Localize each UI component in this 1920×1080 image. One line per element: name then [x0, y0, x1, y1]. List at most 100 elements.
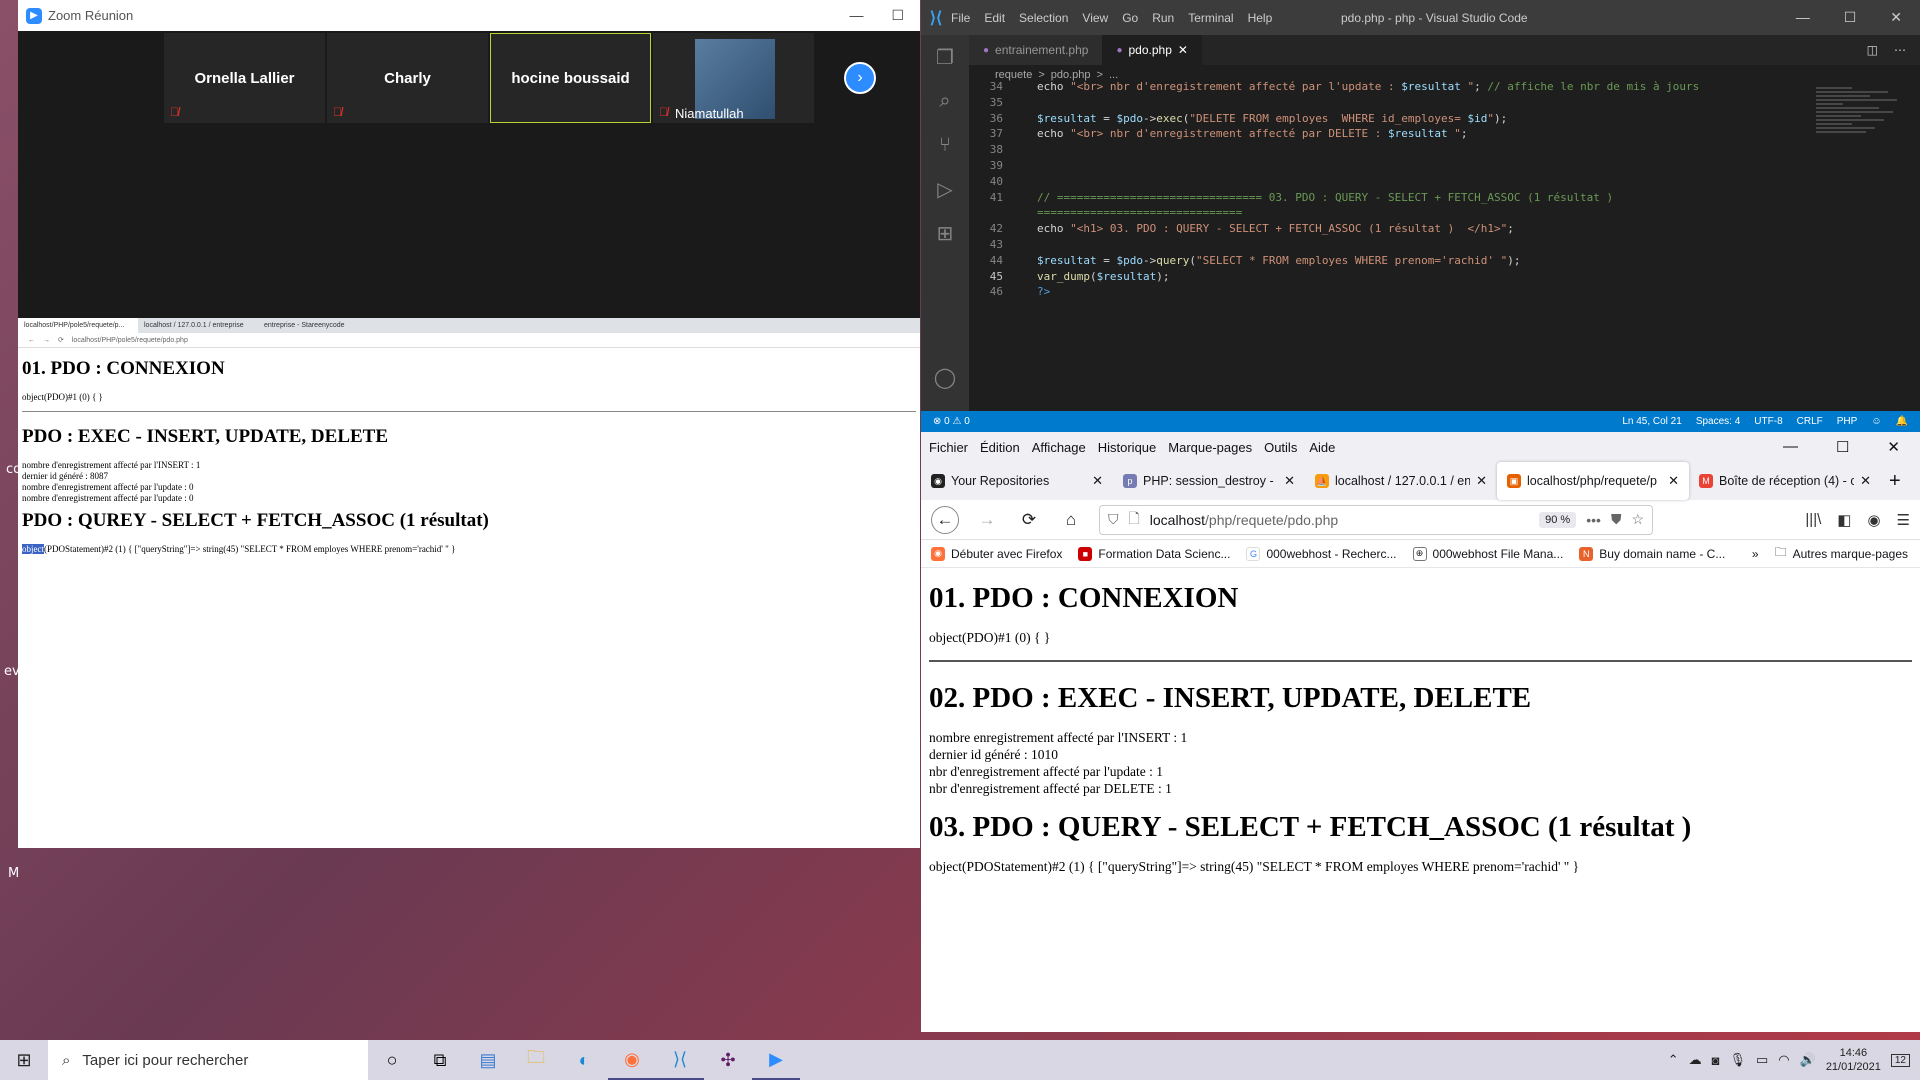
- code-line[interactable]: 40: [969, 175, 1839, 191]
- bookmark-star-icon[interactable]: ☆: [1631, 511, 1644, 528]
- code-editor[interactable]: 34 echo "<br> nbr d'enregistrement affect…: [969, 80, 1839, 301]
- bookmark-item[interactable]: N Buy domain name - C...: [1579, 546, 1725, 561]
- zoom-level[interactable]: 90 %: [1539, 511, 1577, 528]
- code-line[interactable]: 42 echo "<h1> 03. PDO : QUERY - SELECT + …: [969, 222, 1839, 238]
- page-actions-icon[interactable]: •••: [1586, 512, 1601, 528]
- browser-tab[interactable]: p PHP: session_destroy - M ✕: [1113, 462, 1305, 500]
- code-line[interactable]: 39: [969, 159, 1839, 175]
- chevron-up-icon[interactable]: ⌃: [1668, 1052, 1679, 1068]
- code-line[interactable]: 37 echo "<br> nbr d'enregistrement affect…: [969, 127, 1839, 143]
- task-view-icon[interactable]: ⧉: [416, 1040, 464, 1080]
- vscode-menu-item[interactable]: Terminal: [1188, 11, 1233, 25]
- zoom-icon[interactable]: ▶: [752, 1040, 800, 1080]
- participant-tile[interactable]: Charly 🎙̸: [327, 33, 488, 123]
- back-button[interactable]: ←: [931, 505, 959, 534]
- indentation[interactable]: Spaces: 4: [1696, 416, 1740, 427]
- problems-count[interactable]: ⊗ 0 ⚠ 0: [933, 416, 970, 427]
- bookmark-item[interactable]: ◉ Débuter avec Firefox: [931, 546, 1062, 561]
- hamburger-menu-icon[interactable]: ☰: [1897, 511, 1910, 529]
- account-icon[interactable]: ◯: [921, 355, 969, 399]
- extensions-icon[interactable]: ⊞: [921, 211, 969, 255]
- vscode-menu-item[interactable]: File: [951, 11, 970, 25]
- code-line[interactable]: 44 $resultat = $pdo->query("SELECT * FROM…: [969, 254, 1839, 270]
- forward-button[interactable]: →: [973, 506, 1001, 534]
- bookmark-item[interactable]: G 000webhost - Recherc...: [1246, 546, 1397, 561]
- camera-icon[interactable]: ◙: [1712, 1053, 1720, 1068]
- code-line[interactable]: 35: [969, 96, 1839, 112]
- vscode-menu-item[interactable]: Go: [1122, 11, 1138, 25]
- participant-tile-speaking[interactable]: hocine boussaid: [490, 33, 651, 123]
- run-debug-icon[interactable]: ▷: [921, 167, 969, 211]
- vscode-icon[interactable]: ⟩⟨: [656, 1040, 704, 1080]
- url-bar[interactable]: ⛉ 🗋 localhost/php/requete/pdo.php 90 % •…: [1099, 504, 1653, 535]
- minimize-icon[interactable]: —: [1796, 9, 1810, 26]
- vscode-menu-item[interactable]: Help: [1248, 11, 1273, 25]
- reload-button[interactable]: ⟳: [1015, 506, 1043, 534]
- feedback-icon[interactable]: ☺: [1871, 416, 1881, 427]
- browser-tab[interactable]: ⛵ localhost / 127.0.0.1 / ent ✕: [1305, 462, 1497, 500]
- shield-icon[interactable]: ⛉: [1108, 511, 1119, 528]
- clock[interactable]: 14:46 21/01/2021: [1826, 1046, 1881, 1074]
- code-line[interactable]: 34 echo "<br> nbr d'enregistrement affect…: [969, 80, 1839, 96]
- volume-icon[interactable]: 🔊: [1800, 1052, 1816, 1068]
- bookmark-item[interactable]: ⊕ 000webhost File Mana...: [1412, 546, 1563, 561]
- vscode-menu-item[interactable]: Run: [1152, 11, 1174, 25]
- editor-tab[interactable]: ● entrainement.php: [969, 35, 1103, 65]
- close-tab-icon[interactable]: ✕: [1668, 473, 1679, 489]
- firefox-menu-item[interactable]: Édition: [980, 440, 1020, 455]
- notifications-bell-icon[interactable]: 🔔: [1896, 416, 1908, 427]
- slack-icon[interactable]: ✣: [704, 1040, 752, 1080]
- wifi-icon[interactable]: ◠: [1778, 1052, 1789, 1068]
- close-tab-icon[interactable]: ✕: [1178, 43, 1188, 57]
- cortana-icon[interactable]: ○: [368, 1040, 416, 1080]
- close-tab-icon[interactable]: ✕: [1476, 473, 1487, 489]
- firefox-icon[interactable]: ◉: [608, 1040, 656, 1080]
- microphone-icon[interactable]: 🎙: [1729, 1052, 1746, 1068]
- account-icon[interactable]: ◉: [1867, 511, 1880, 529]
- minimize-icon[interactable]: —: [1783, 438, 1798, 456]
- editor-tab-active[interactable]: ● pdo.php ✕: [1102, 35, 1202, 65]
- pocket-icon[interactable]: ⛊: [1611, 511, 1622, 528]
- vscode-menu-item[interactable]: View: [1082, 11, 1108, 25]
- firefox-menu-item[interactable]: Outils: [1264, 440, 1297, 455]
- code-line[interactable]: ===============================: [969, 206, 1839, 222]
- browser-tab[interactable]: M Boîte de réception (4) - c ✕: [1689, 462, 1881, 500]
- other-bookmarks[interactable]: 🗀 Autres marque-pages: [1775, 543, 1920, 564]
- encoding[interactable]: UTF-8: [1754, 416, 1782, 427]
- edge-icon[interactable]: ◐: [560, 1040, 608, 1080]
- vscode-menu-item[interactable]: Edit: [984, 11, 1005, 25]
- page-info-icon[interactable]: 🗋: [1129, 508, 1140, 532]
- onedrive-icon[interactable]: ☁: [1689, 1052, 1702, 1068]
- firefox-menu-item[interactable]: Fichier: [929, 440, 968, 455]
- code-line[interactable]: 43: [969, 238, 1839, 254]
- cursor-position[interactable]: Ln 45, Col 21: [1622, 416, 1682, 427]
- new-tab-button[interactable]: +: [1881, 470, 1909, 493]
- participant-tile[interactable]: Ornella Lallier 🎙̸: [164, 33, 325, 123]
- split-editor-icon[interactable]: ◫: [1867, 43, 1878, 57]
- taskbar-search[interactable]: ⌕ Taper ici pour rechercher: [48, 1040, 368, 1080]
- home-button[interactable]: ⌂: [1057, 506, 1085, 534]
- more-actions-icon[interactable]: ⋯: [1894, 43, 1906, 57]
- firefox-menu-item[interactable]: Historique: [1098, 440, 1157, 455]
- maximize-icon[interactable]: ☐: [1836, 438, 1849, 456]
- library-icon[interactable]: |||\: [1805, 511, 1821, 529]
- explorer-icon[interactable]: ❐: [921, 35, 969, 79]
- sidebar-icon[interactable]: ◧: [1837, 511, 1851, 529]
- close-tab-icon[interactable]: ✕: [1092, 473, 1103, 489]
- vscode-menu-item[interactable]: Selection: [1019, 11, 1068, 25]
- code-line[interactable]: 36 $resultat = $pdo->exec("DELETE FROM em…: [969, 112, 1839, 128]
- more-bookmarks-icon[interactable]: »: [1752, 547, 1759, 561]
- battery-icon[interactable]: ▭: [1756, 1052, 1768, 1068]
- line-ending[interactable]: CRLF: [1797, 416, 1823, 427]
- code-line[interactable]: 45 var_dump($resultat);: [969, 270, 1839, 286]
- close-tab-icon[interactable]: ✕: [1860, 473, 1871, 489]
- browser-tab[interactable]: ◉ Your Repositories ✕: [921, 462, 1113, 500]
- notification-center-badge[interactable]: 12: [1890, 1053, 1910, 1067]
- firefox-menu-item[interactable]: Aide: [1309, 440, 1335, 455]
- close-icon[interactable]: ✕: [1887, 438, 1900, 456]
- close-tab-icon[interactable]: ✕: [1284, 473, 1295, 489]
- close-icon[interactable]: ✕: [1890, 9, 1902, 26]
- firefox-menu-item[interactable]: Marque-pages: [1168, 440, 1252, 455]
- app-icon[interactable]: ▤: [464, 1040, 512, 1080]
- browser-tab-active[interactable]: ▣ localhost/php/requete/p ✕: [1497, 462, 1689, 500]
